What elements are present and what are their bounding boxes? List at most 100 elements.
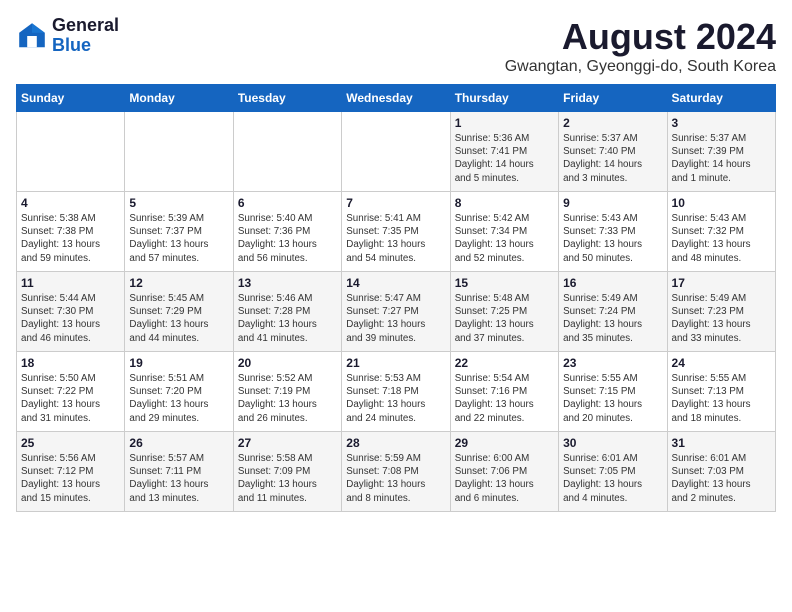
calendar-cell: 2Sunrise: 5:37 AMSunset: 7:40 PMDaylight… [559, 112, 667, 192]
day-info: Sunrise: 5:37 AMSunset: 7:40 PMDaylight:… [563, 132, 662, 185]
day-number: 24 [672, 356, 771, 370]
day-info: Sunrise: 5:49 AMSunset: 7:24 PMDaylight:… [563, 292, 662, 345]
day-info: Sunrise: 5:55 AMSunset: 7:13 PMDaylight:… [672, 372, 771, 425]
day-number: 16 [563, 276, 662, 290]
calendar-cell: 31 Sunrise: 6:01 AMSunset: 7:03 PMDayligh… [667, 432, 775, 512]
day-info: Sunrise: 5:47 AMSunset: 7:27 PMDaylight:… [346, 292, 445, 345]
day-info: Sunrise: 5:54 AMSunset: 7:16 PMDaylight:… [455, 372, 554, 425]
calendar-cell: 27 Sunrise: 5:58 AMSunset: 7:09 PMDayligh… [233, 432, 341, 512]
calendar-cell: 6 Sunrise: 5:40 AMSunset: 7:36 PMDaylight… [233, 192, 341, 272]
title-block: August 2024 Gwangtan, Gyeonggi-do, South… [505, 16, 776, 76]
calendar-cell: 19 Sunrise: 5:51 AMSunset: 7:20 PMDayligh… [125, 352, 233, 432]
day-info: Sunrise: 5:56 AMSunset: 7:12 PMDaylight:… [21, 452, 120, 505]
day-number: 4 [21, 196, 120, 210]
calendar-cell: 3Sunrise: 5:37 AMSunset: 7:39 PMDaylight… [667, 112, 775, 192]
day-number: 19 [129, 356, 228, 370]
calendar-cell: 20 Sunrise: 5:52 AMSunset: 7:19 PMDayligh… [233, 352, 341, 432]
calendar-cell: 28Sunrise: 5:59 AMSunset: 7:08 PMDayligh… [342, 432, 450, 512]
calendar-cell: 9 Sunrise: 5:43 AMSunset: 7:33 PMDaylight… [559, 192, 667, 272]
day-info: Sunrise: 5:58 AMSunset: 7:09 PMDaylight:… [238, 452, 337, 505]
day-info: Sunrise: 5:40 AMSunset: 7:36 PMDaylight:… [238, 212, 337, 265]
calendar-cell [233, 112, 341, 192]
logo-icon [16, 20, 48, 52]
calendar-cell: 12 Sunrise: 5:45 AMSunset: 7:29 PMDayligh… [125, 272, 233, 352]
calendar-cell: 4 Sunrise: 5:38 AMSunset: 7:38 PMDaylight… [17, 192, 125, 272]
calendar-cell: 22 Sunrise: 5:54 AMSunset: 7:16 PMDayligh… [450, 352, 558, 432]
calendar-cell: 21Sunrise: 5:53 AMSunset: 7:18 PMDayligh… [342, 352, 450, 432]
day-info: Sunrise: 5:48 AMSunset: 7:25 PMDaylight:… [455, 292, 554, 345]
calendar-cell: 7Sunrise: 5:41 AMSunset: 7:35 PMDaylight… [342, 192, 450, 272]
calendar-week-row: 1Sunrise: 5:36 AMSunset: 7:41 PMDaylight… [17, 112, 776, 192]
day-number: 25 [21, 436, 120, 450]
day-info: Sunrise: 5:38 AMSunset: 7:38 PMDaylight:… [21, 212, 120, 265]
day-info: Sunrise: 5:52 AMSunset: 7:19 PMDaylight:… [238, 372, 337, 425]
days-header-row: SundayMondayTuesdayWednesdayThursdayFrid… [17, 85, 776, 112]
calendar-cell: 1Sunrise: 5:36 AMSunset: 7:41 PMDaylight… [450, 112, 558, 192]
day-info: Sunrise: 5:51 AMSunset: 7:20 PMDaylight:… [129, 372, 228, 425]
day-number: 12 [129, 276, 228, 290]
day-header-tuesday: Tuesday [233, 85, 341, 112]
calendar-week-row: 4 Sunrise: 5:38 AMSunset: 7:38 PMDaylight… [17, 192, 776, 272]
day-header-monday: Monday [125, 85, 233, 112]
calendar-cell: 11Sunrise: 5:44 AMSunset: 7:30 PMDayligh… [17, 272, 125, 352]
page-header: General Blue August 2024 Gwangtan, Gyeon… [16, 16, 776, 76]
logo-text: General Blue [52, 16, 119, 56]
day-info: Sunrise: 5:37 AMSunset: 7:39 PMDaylight:… [672, 132, 771, 185]
day-info: Sunrise: 6:00 AMSunset: 7:06 PMDaylight:… [455, 452, 554, 505]
calendar-cell: 10 Sunrise: 5:43 AMSunset: 7:32 PMDayligh… [667, 192, 775, 272]
day-number: 28 [346, 436, 445, 450]
day-info: Sunrise: 5:36 AMSunset: 7:41 PMDaylight:… [455, 132, 554, 185]
day-info: Sunrise: 5:39 AMSunset: 7:37 PMDaylight:… [129, 212, 228, 265]
day-number: 17 [672, 276, 771, 290]
day-number: 26 [129, 436, 228, 450]
month-year: August 2024 [505, 16, 776, 58]
calendar-cell: 5Sunrise: 5:39 AMSunset: 7:37 PMDaylight… [125, 192, 233, 272]
calendar-cell [342, 112, 450, 192]
day-number: 9 [563, 196, 662, 210]
calendar-table: SundayMondayTuesdayWednesdayThursdayFrid… [16, 84, 776, 512]
day-number: 13 [238, 276, 337, 290]
day-number: 10 [672, 196, 771, 210]
day-number: 8 [455, 196, 554, 210]
day-info: Sunrise: 5:57 AMSunset: 7:11 PMDaylight:… [129, 452, 228, 505]
day-header-saturday: Saturday [667, 85, 775, 112]
day-number: 6 [238, 196, 337, 210]
calendar-cell: 18 Sunrise: 5:50 AMSunset: 7:22 PMDayligh… [17, 352, 125, 432]
day-info: Sunrise: 5:46 AMSunset: 7:28 PMDaylight:… [238, 292, 337, 345]
day-header-friday: Friday [559, 85, 667, 112]
day-number: 29 [455, 436, 554, 450]
day-number: 23 [563, 356, 662, 370]
day-number: 31 [672, 436, 771, 450]
calendar-week-row: 11Sunrise: 5:44 AMSunset: 7:30 PMDayligh… [17, 272, 776, 352]
calendar-cell: 29 Sunrise: 6:00 AMSunset: 7:06 PMDayligh… [450, 432, 558, 512]
calendar-cell: 17 Sunrise: 5:49 AMSunset: 7:23 PMDayligh… [667, 272, 775, 352]
location: Gwangtan, Gyeonggi-do, South Korea [505, 58, 776, 76]
day-info: Sunrise: 5:41 AMSunset: 7:35 PMDaylight:… [346, 212, 445, 265]
calendar-week-row: 18 Sunrise: 5:50 AMSunset: 7:22 PMDayligh… [17, 352, 776, 432]
day-info: Sunrise: 5:49 AMSunset: 7:23 PMDaylight:… [672, 292, 771, 345]
logo: General Blue [16, 16, 119, 56]
day-info: Sunrise: 5:43 AMSunset: 7:33 PMDaylight:… [563, 212, 662, 265]
day-number: 18 [21, 356, 120, 370]
day-info: Sunrise: 5:50 AMSunset: 7:22 PMDaylight:… [21, 372, 120, 425]
calendar-cell: 30Sunrise: 6:01 AMSunset: 7:05 PMDayligh… [559, 432, 667, 512]
calendar-cell: 14 Sunrise: 5:47 AMSunset: 7:27 PMDayligh… [342, 272, 450, 352]
day-info: Sunrise: 5:53 AMSunset: 7:18 PMDaylight:… [346, 372, 445, 425]
day-header-thursday: Thursday [450, 85, 558, 112]
calendar-cell: 26 Sunrise: 5:57 AMSunset: 7:11 PMDayligh… [125, 432, 233, 512]
calendar-cell: 23 Sunrise: 5:55 AMSunset: 7:15 PMDayligh… [559, 352, 667, 432]
day-number: 27 [238, 436, 337, 450]
day-number: 11 [21, 276, 120, 290]
day-info: Sunrise: 5:55 AMSunset: 7:15 PMDaylight:… [563, 372, 662, 425]
day-number: 20 [238, 356, 337, 370]
calendar-cell [125, 112, 233, 192]
day-number: 14 [346, 276, 445, 290]
calendar-week-row: 25 Sunrise: 5:56 AMSunset: 7:12 PMDayligh… [17, 432, 776, 512]
day-info: Sunrise: 5:43 AMSunset: 7:32 PMDaylight:… [672, 212, 771, 265]
day-header-sunday: Sunday [17, 85, 125, 112]
day-number: 15 [455, 276, 554, 290]
day-info: Sunrise: 5:45 AMSunset: 7:29 PMDaylight:… [129, 292, 228, 345]
day-info: Sunrise: 6:01 AMSunset: 7:03 PMDaylight:… [672, 452, 771, 505]
day-number: 22 [455, 356, 554, 370]
calendar-cell: 25 Sunrise: 5:56 AMSunset: 7:12 PMDayligh… [17, 432, 125, 512]
